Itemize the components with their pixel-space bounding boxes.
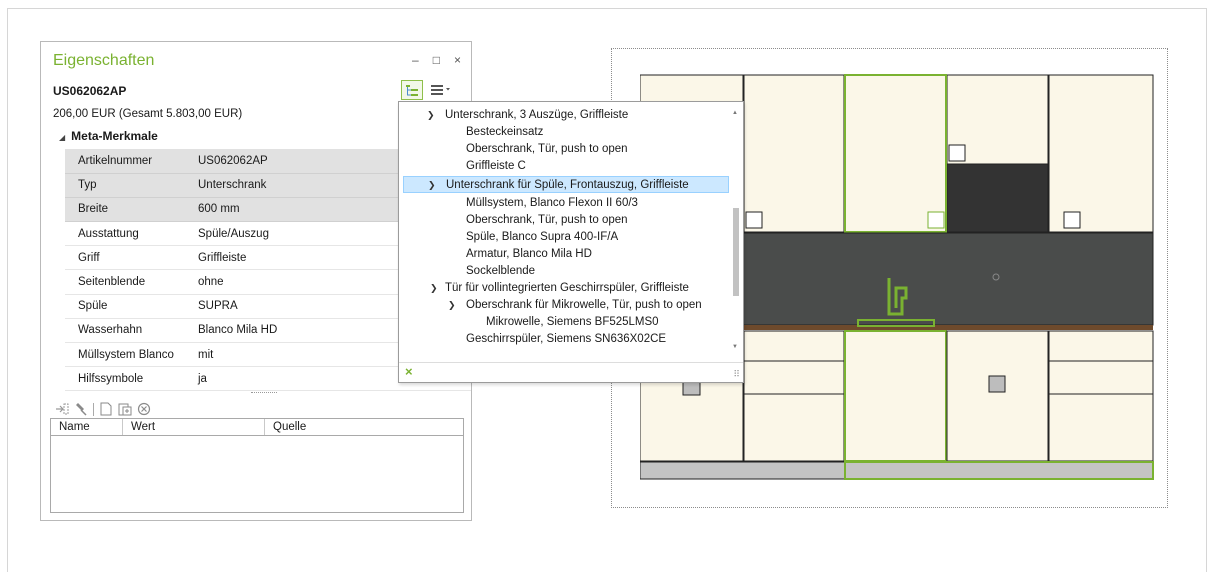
property-key: Typ bbox=[65, 173, 185, 198]
tree-item-label: Unterschrank, 3 Auszüge, Griffleiste bbox=[445, 109, 629, 121]
tree-item-label: Mikrowelle, Siemens BF525LMS0 bbox=[486, 316, 659, 328]
hint-symbol bbox=[948, 144, 966, 162]
property-key: Ausstattung bbox=[65, 221, 185, 247]
meta-section-label: Meta-Merkmale bbox=[71, 129, 158, 143]
wall-cabinet[interactable] bbox=[743, 74, 845, 233]
plinth bbox=[640, 461, 1154, 480]
source-grid: Name Wert Quelle bbox=[50, 418, 464, 513]
chevron-down-icon[interactable]: ❯ bbox=[448, 297, 456, 314]
hint-symbol bbox=[927, 211, 945, 229]
article-id: US062062AP bbox=[53, 84, 127, 98]
hint-symbol bbox=[1063, 211, 1081, 229]
wall-cabinet[interactable] bbox=[1048, 74, 1154, 233]
property-key: Breite bbox=[65, 197, 185, 223]
property-key: Müllsystem Blanco bbox=[65, 342, 185, 368]
clear-selection-icon[interactable]: × bbox=[405, 364, 413, 379]
panel-title: Eigenschaften bbox=[53, 52, 155, 69]
drawer[interactable] bbox=[1048, 393, 1154, 462]
new-document-icon[interactable] bbox=[99, 402, 113, 416]
article-tree: ❯ Unterschrank, 3 Auszüge, Griffleiste B… bbox=[399, 107, 733, 359]
drawer[interactable] bbox=[743, 360, 845, 395]
hint-symbol bbox=[682, 380, 701, 396]
scroll-up-arrow-icon[interactable]: ▲ bbox=[732, 110, 738, 116]
tree-item[interactable]: Armatur, Blanco Mila HD bbox=[399, 246, 731, 263]
sink-base-cabinet-selected[interactable] bbox=[844, 330, 947, 462]
panel-splitter-handle[interactable] bbox=[251, 392, 277, 393]
tree-item[interactable]: ❯ Unterschrank, 3 Auszüge, Griffleiste bbox=[399, 107, 731, 124]
toolbar-separator bbox=[93, 402, 94, 416]
panel-toolbar bbox=[401, 80, 455, 100]
grid-header: Name Wert Quelle bbox=[51, 419, 463, 436]
grid-column-value[interactable]: Wert bbox=[123, 419, 265, 435]
tree-view-button[interactable] bbox=[401, 80, 423, 100]
dropdown-scrollbar[interactable]: ▲ ▼ bbox=[731, 106, 741, 358]
chevron-down-icon[interactable]: ❯ bbox=[428, 177, 436, 194]
price-label: 206,00 EUR (Gesamt 5.803,00 EUR) bbox=[53, 108, 243, 120]
tree-item[interactable]: Griffleiste C bbox=[399, 158, 731, 175]
window-buttons: – □ × bbox=[412, 54, 461, 66]
tree-item-label: Sockelblende bbox=[466, 265, 536, 277]
property-key: Artikelnummer bbox=[65, 149, 185, 174]
grid-column-source[interactable]: Quelle bbox=[265, 419, 463, 435]
minimize-button[interactable]: – bbox=[412, 54, 419, 66]
tree-item-label: Besteckeinsatz bbox=[466, 126, 544, 138]
paste-icon[interactable] bbox=[118, 402, 132, 416]
property-key: Seitenblende bbox=[65, 269, 185, 295]
scrollbar-thumb[interactable] bbox=[733, 208, 739, 296]
tree-item-label: Oberschrank, Tür, push to open bbox=[466, 214, 628, 226]
property-key: Spüle bbox=[65, 294, 185, 319]
tree-item-label: Oberschrank für Mikrowelle, Tür, push to… bbox=[466, 299, 702, 311]
tree-item[interactable]: Spüle, Blanco Supra 400-IF/A bbox=[399, 229, 731, 246]
grid-column-name[interactable]: Name bbox=[51, 419, 123, 435]
tree-item[interactable]: Oberschrank, Tür, push to open bbox=[399, 141, 731, 158]
microwave[interactable] bbox=[946, 163, 1049, 233]
cancel-circle-icon[interactable] bbox=[137, 402, 151, 416]
menu-dropdown-button[interactable] bbox=[427, 80, 455, 100]
maximize-button[interactable]: □ bbox=[433, 54, 440, 66]
tree-item[interactable]: Mikrowelle, Siemens BF525LMS0 bbox=[399, 314, 731, 331]
hint-symbol bbox=[988, 375, 1006, 393]
property-key: Hilfssymbole bbox=[65, 366, 185, 392]
tree-item-label: Armatur, Blanco Mila HD bbox=[466, 248, 592, 260]
property-key: Griff bbox=[65, 245, 185, 271]
bottom-toolbar bbox=[55, 402, 151, 416]
tree-item[interactable]: Sockelblende bbox=[399, 263, 731, 280]
tree-view-icon bbox=[406, 84, 418, 96]
pin-icon[interactable] bbox=[74, 402, 88, 416]
tree-item-label: Geschirrspüler, Siemens SN636X02CE bbox=[466, 333, 667, 345]
drawer[interactable] bbox=[743, 330, 845, 362]
wall-cabinet[interactable] bbox=[844, 74, 947, 233]
tree-item[interactable]: Geschirrspüler, Siemens SN636X02CE bbox=[399, 331, 731, 348]
tree-item-label: Unterschrank für Spüle, Frontauszug, Gri… bbox=[446, 179, 689, 191]
article-tree-dropdown: ❯ Unterschrank, 3 Auszüge, Griffleiste B… bbox=[398, 101, 744, 383]
tree-item-selected[interactable]: ❯ Unterschrank für Spüle, Frontauszug, G… bbox=[403, 176, 729, 193]
dishwasher-door[interactable] bbox=[946, 330, 1049, 462]
close-button[interactable]: × bbox=[454, 54, 461, 66]
drawer[interactable] bbox=[1048, 360, 1154, 395]
tree-item[interactable]: ❯ Tür für vollintegrierten Geschirrspüle… bbox=[399, 280, 731, 297]
tree-item-label: Müllsystem, Blanco Flexon II 60/3 bbox=[466, 197, 638, 209]
tree-item-label: Oberschrank, Tür, push to open bbox=[466, 143, 628, 155]
chevron-down-icon[interactable]: ❯ bbox=[427, 107, 435, 124]
tree-item-label: Tür für vollintegrierten Geschirrspüler,… bbox=[445, 282, 689, 294]
tree-item[interactable]: ❯ Oberschrank für Mikrowelle, Tür, push … bbox=[399, 297, 731, 314]
drawer[interactable] bbox=[743, 393, 845, 462]
scroll-down-arrow-icon[interactable]: ▼ bbox=[732, 344, 738, 350]
property-key: Wasserhahn bbox=[65, 318, 185, 344]
tree-item-label: Griffleiste C bbox=[466, 160, 526, 172]
tree-item[interactable]: Müllsystem, Blanco Flexon II 60/3 bbox=[399, 195, 731, 212]
chevron-right-icon[interactable]: ❯ bbox=[430, 280, 438, 297]
move-out-icon[interactable] bbox=[55, 402, 69, 416]
drawer[interactable] bbox=[1048, 330, 1154, 362]
dropdown-footer: × ⠿ bbox=[399, 362, 743, 382]
meta-section-header[interactable]: ◢ Meta-Merkmale bbox=[59, 129, 158, 143]
tree-item-label: Spüle, Blanco Supra 400-IF/A bbox=[466, 231, 619, 243]
resize-grip-icon[interactable]: ⠿ bbox=[733, 369, 740, 380]
hint-symbol bbox=[745, 211, 763, 229]
tree-item[interactable]: Besteckeinsatz bbox=[399, 124, 731, 141]
tree-item[interactable]: Oberschrank, Tür, push to open bbox=[399, 212, 731, 229]
menu-dropdown-icon bbox=[431, 85, 450, 95]
collapse-triangle-icon: ◢ bbox=[59, 133, 66, 142]
